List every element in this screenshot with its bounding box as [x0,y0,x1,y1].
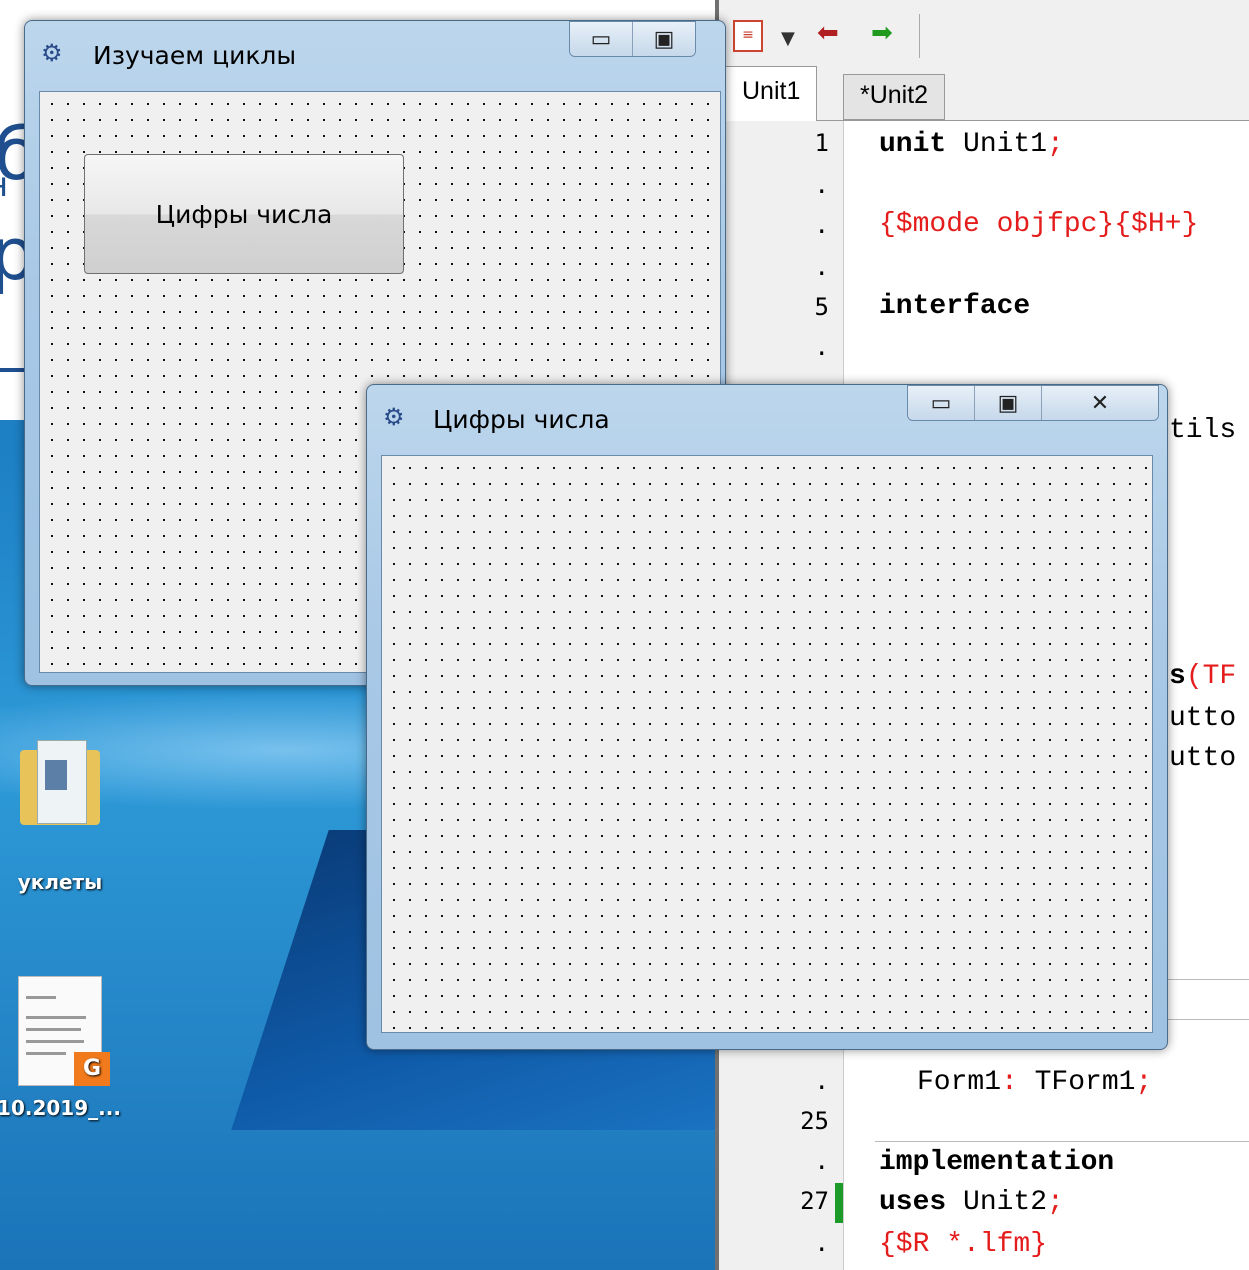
desktop-icon-label: 10.2019_... [0,1096,121,1120]
maximize-button[interactable]: ▣ [975,386,1042,420]
line-number: 1 [814,129,829,157]
minimize-button[interactable]: ▭ [570,22,633,56]
dropdown-arrow-icon[interactable]: ▼ [781,24,795,54]
modified-line-marker [835,1183,843,1223]
forward-arrow-icon[interactable]: ➡ [871,18,893,48]
code-line: Form1: TForm1; [917,1067,1153,1098]
slide-text-fragment: н [0,168,8,202]
jump-list-icon[interactable]: ≡ [733,20,763,52]
line-number: . [814,171,829,199]
lazarus-gear-icon: ⚙ [383,403,405,431]
code-line: {$mode objfpc}{$H+} [879,209,1199,240]
line-number: . [814,1147,829,1175]
code-line: uses Unit2; [879,1187,1064,1218]
app-badge-icon: G [74,1052,110,1086]
maximize-button[interactable]: ▣ [633,22,695,56]
slide-underline [0,368,26,372]
code-line: unit Unit1; [879,129,1064,160]
folder-icon [15,740,105,830]
editor-toolbar: ≡ ▼ ⬅ ➡ [719,0,1249,66]
line-number: 5 [814,293,829,321]
line-number: . [814,1067,829,1095]
line-number: . [814,333,829,361]
window-title: Изучаем циклы [93,41,297,70]
desktop-icon-document[interactable]: G 10.2019_... [0,976,134,1120]
code-line: interface [879,291,1031,322]
code-section-divider [875,1141,1249,1142]
code-fragment: utto [1169,703,1237,734]
code-fragment: utto [1169,743,1237,774]
caption-buttons: ▭ ▣ ✕ [907,385,1159,421]
editor-tab-bar: Unit1 *Unit2 [719,66,1249,122]
tab-unit2[interactable]: *Unit2 [843,74,946,120]
window-title: Цифры числа [433,405,610,434]
digits-button[interactable]: Цифры числа [84,154,404,274]
document-icon: G [14,976,110,1086]
line-number: . [814,1229,829,1257]
minimize-button[interactable]: ▭ [908,386,975,420]
desktop-icon-booklets[interactable]: уклеты [0,740,130,894]
code-fragment: s(TF [1169,661,1237,692]
toolbar-separator [919,14,920,58]
back-arrow-icon[interactable]: ⬅ [817,18,839,48]
close-button[interactable]: ✕ [1042,386,1158,420]
line-number: . [814,211,829,239]
form-client-area[interactable] [381,455,1153,1033]
line-number: 25 [800,1107,829,1135]
line-number: . [814,253,829,281]
line-number: 27 [800,1187,829,1215]
code-fragment: tils [1169,415,1237,446]
lazarus-gear-icon: ⚙ [41,39,63,67]
code-line: {$R *.lfm} [879,1229,1048,1260]
code-line: implementation [879,1147,1115,1178]
caption-buttons: ▭ ▣ [569,21,696,57]
desktop-icon-label: уклеты [17,870,103,894]
tab-unit1[interactable]: Unit1 [725,66,818,122]
form-window-digits[interactable]: ⚙ Цифры числа ▭ ▣ ✕ [366,384,1168,1050]
